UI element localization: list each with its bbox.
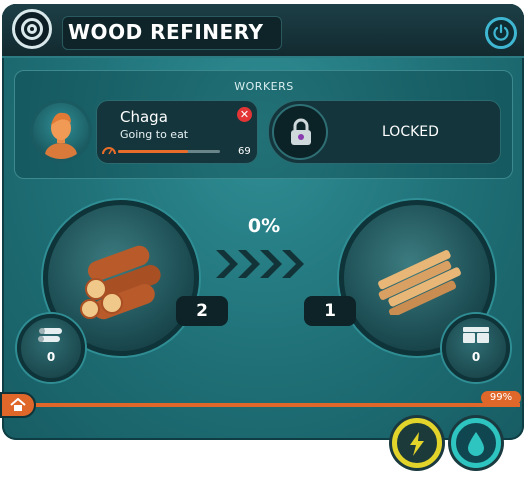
building-title: WOOD REFINERY: [68, 20, 264, 44]
hunger-bar: [118, 150, 220, 153]
planks-icon: [378, 250, 461, 315]
logs-icon: [80, 245, 161, 320]
building-progress-bar: [34, 403, 520, 407]
close-icon: ✕: [239, 108, 250, 121]
lightning-icon: [410, 432, 424, 456]
power-icon: [493, 24, 509, 41]
worker-portrait-icon: [45, 112, 77, 159]
home-icon: [10, 398, 26, 411]
production-progress: 0%: [247, 215, 281, 237]
worker-name: Chaga: [120, 108, 168, 126]
water-drop-icon: [468, 432, 484, 456]
refinery-logo-icon: [12, 9, 52, 49]
hunger-gauge-icon: [102, 147, 116, 155]
logs-storage-icon: [38, 328, 62, 342]
energy-boost-button[interactable]: [392, 418, 442, 468]
progress-percent-badge: 99%: [481, 391, 521, 405]
remove-worker-button[interactable]: ✕: [237, 107, 252, 122]
input-count: 2: [176, 296, 228, 326]
output-stock: 0: [471, 350, 481, 364]
input-stock: 0: [46, 350, 56, 364]
home-button[interactable]: [0, 392, 36, 418]
lock-badge: [272, 104, 328, 160]
locked-label: LOCKED: [382, 124, 439, 140]
hunger-bar-fill: [118, 150, 189, 153]
input-storage-slot[interactable]: 0: [17, 314, 85, 382]
workers-label: WORKERS: [234, 80, 294, 93]
output-count: 1: [304, 296, 356, 326]
water-boost-button[interactable]: [451, 418, 501, 468]
worker-status: Going to eat: [120, 128, 189, 141]
power-button[interactable]: [485, 17, 517, 49]
lock-icon: [291, 118, 311, 145]
output-storage-slot[interactable]: 0: [442, 314, 510, 382]
hunger-value: 69: [238, 146, 251, 157]
conversion-arrows-icon: [216, 250, 304, 278]
worker-avatar[interactable]: [30, 100, 92, 162]
planks-storage-icon: [463, 327, 489, 343]
